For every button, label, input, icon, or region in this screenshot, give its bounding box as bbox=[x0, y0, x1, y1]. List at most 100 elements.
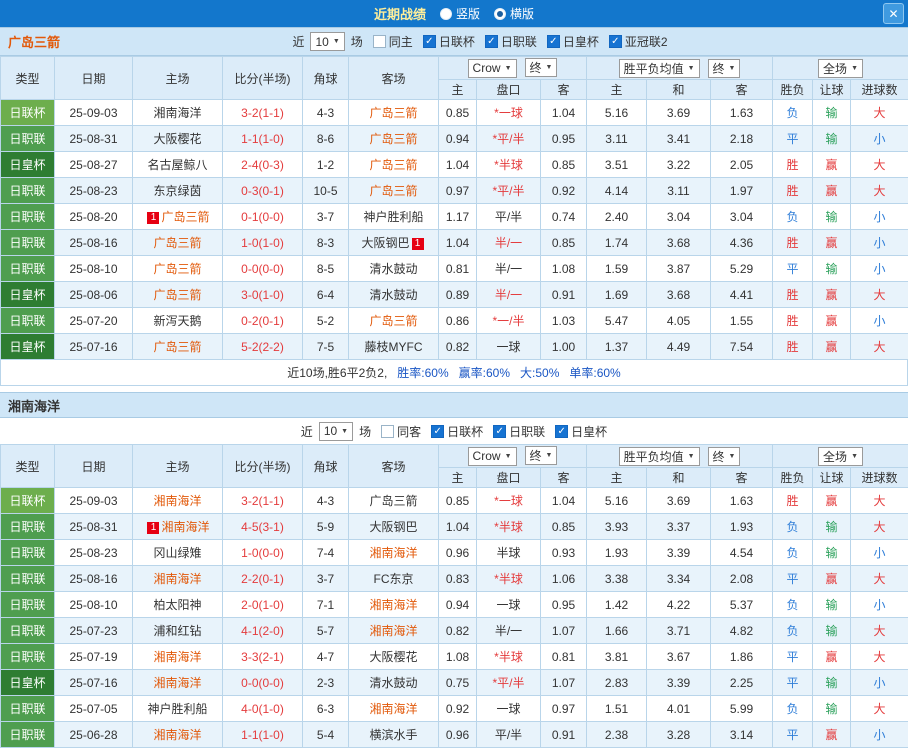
red-card-badge: 1 bbox=[147, 522, 160, 534]
header-select-全场[interactable]: 全场 ▼ bbox=[818, 446, 863, 466]
header-select-终[interactable]: 终 ▼ bbox=[707, 446, 741, 466]
asian-home-odds: 0.97 bbox=[438, 177, 477, 204]
caret-down-icon: ▼ bbox=[545, 64, 553, 72]
handicap: *一球 bbox=[476, 487, 541, 514]
euro-away-odds: 5.29 bbox=[709, 255, 774, 282]
close-button[interactable]: ✕ bbox=[883, 3, 904, 24]
euro-away-odds: 2.18 bbox=[709, 125, 774, 152]
asian-away-odds: 0.92 bbox=[540, 177, 587, 204]
match-date: 25-08-23 bbox=[54, 177, 133, 204]
match-date: 25-09-03 bbox=[54, 487, 133, 514]
summary-stat: 大:50% bbox=[520, 366, 560, 380]
team-name: 湘南海洋 bbox=[153, 650, 202, 664]
col-header: 客场 bbox=[348, 56, 439, 100]
table-row: 日职联 25-07-19 湘南海洋 3-3(2-1) 4-7 大阪樱花 1.08 *半球 0.8… bbox=[0, 643, 908, 670]
euro-away-odds: 1.63 bbox=[709, 99, 774, 126]
asian-away-odds: 0.91 bbox=[540, 721, 587, 748]
euro-home-odds: 1.42 bbox=[586, 591, 647, 618]
header-select-终[interactable]: 终 ▼ bbox=[524, 446, 558, 466]
match-date: 25-08-10 bbox=[54, 591, 133, 618]
match-count-select[interactable]: 10 ▼ bbox=[318, 421, 354, 441]
results-table: 类型 日期 主场 比分(半场) 角球 客场 Crow ▼ 终 ▼ 胜平负均值 ▼ 终 ▼ 全场 ▼ 主盘口客主和… bbox=[0, 444, 908, 748]
euro-home-odds: 3.38 bbox=[586, 565, 647, 592]
corner-count: 7-5 bbox=[302, 333, 349, 360]
header-select-终[interactable]: 终 ▼ bbox=[524, 58, 558, 78]
header-select-胜平负均值[interactable]: 胜平负均值 ▼ bbox=[618, 58, 700, 78]
team-name: 湘南海洋 bbox=[153, 572, 202, 586]
subcol-header: 客 bbox=[709, 467, 774, 488]
match-count-select[interactable]: 10 ▼ bbox=[310, 32, 345, 51]
select-value: Crow bbox=[472, 449, 501, 464]
euro-away-odds: 5.37 bbox=[709, 591, 774, 618]
corner-count: 7-1 bbox=[302, 591, 349, 618]
euro-away-odds: 2.25 bbox=[709, 669, 774, 696]
header-select-Crow[interactable]: Crow ▼ bbox=[467, 446, 517, 466]
filter-checkbox-日职联[interactable]: ✓ 日职联 bbox=[493, 423, 545, 440]
header-select-Crow[interactable]: Crow ▼ bbox=[467, 58, 517, 78]
filter-checkbox-同主[interactable]: 同主 bbox=[372, 33, 413, 50]
result-wdl: 负 bbox=[772, 591, 814, 618]
subcol-header: 客 bbox=[540, 467, 587, 488]
handicap: *半球 bbox=[476, 513, 541, 540]
euro-home-odds: 1.93 bbox=[586, 539, 647, 566]
result-wdl: 负 bbox=[772, 617, 814, 644]
result-handicap: 赢 bbox=[812, 229, 852, 256]
table-row: 日职联 25-08-31 大阪樱花 1-1(1-0) 8-6 广岛三箭 0.94 *平/半 0.… bbox=[0, 125, 908, 152]
home-team: 湘南海洋 bbox=[132, 643, 223, 670]
home-team: 广岛三箭 bbox=[132, 333, 223, 360]
result-wdl: 胜 bbox=[772, 229, 814, 256]
match-date: 25-08-27 bbox=[54, 151, 133, 178]
result-wdl: 平 bbox=[772, 721, 814, 748]
result-wdl: 平 bbox=[772, 669, 814, 696]
corner-count: 1-2 bbox=[302, 151, 349, 178]
col-header: 主场 bbox=[132, 444, 223, 488]
euro-draw-odds: 3.39 bbox=[646, 539, 711, 566]
asian-away-odds: 1.00 bbox=[540, 333, 587, 360]
euro-draw-odds: 3.41 bbox=[646, 125, 711, 152]
asian-home-odds: 0.82 bbox=[438, 617, 477, 644]
result-goals: 小 bbox=[850, 591, 908, 618]
euro-home-odds: 3.51 bbox=[586, 151, 647, 178]
league-badge: 日职联 bbox=[0, 721, 55, 748]
header-select-全场[interactable]: 全场 ▼ bbox=[818, 58, 863, 78]
table-row: 日皇杯 25-07-16 湘南海洋 0-0(0-0) 2-3 清水鼓动 0.75 *平/半 1.… bbox=[0, 669, 908, 696]
result-goals: 大 bbox=[850, 643, 908, 670]
header-select-终[interactable]: 终 ▼ bbox=[707, 58, 741, 78]
radio-竖版[interactable]: 竖版 bbox=[439, 5, 480, 22]
handicap: *半球 bbox=[476, 643, 541, 670]
asian-home-odds: 0.94 bbox=[438, 125, 477, 152]
euro-away-odds: 5.99 bbox=[709, 695, 774, 722]
header-select-胜平负均值[interactable]: 胜平负均值 ▼ bbox=[618, 446, 700, 466]
asian-home-odds: 1.04 bbox=[438, 513, 477, 540]
filter-checkbox-日皇杯[interactable]: ✓ 日皇杯 bbox=[546, 33, 599, 50]
filter-checkbox-同客[interactable]: 同客 bbox=[381, 423, 421, 440]
table-row: 日皇杯 25-08-06 广岛三箭 3-0(1-0) 6-4 清水鼓动 0.89 半/一 0.9… bbox=[0, 281, 908, 308]
filter-checkbox-日联杯[interactable]: ✓ 日联杯 bbox=[431, 423, 483, 440]
filter-checkbox-亚冠联2[interactable]: ✓ 亚冠联2 bbox=[608, 33, 668, 50]
radio-横版[interactable]: 横版 bbox=[494, 5, 534, 22]
score: 2-4(0-3) bbox=[222, 151, 303, 178]
table-row: 日联杯 25-09-03 湘南海洋 3-2(1-1) 4-3 广岛三箭 0.85 *一球 1.0… bbox=[0, 99, 908, 126]
team-name: 广岛三箭 bbox=[153, 288, 202, 302]
team-name: 大阪樱花 bbox=[153, 132, 202, 146]
euro-odds-group-header: 胜平负均值 ▼ 终 ▼ bbox=[585, 56, 774, 80]
match-date: 25-07-16 bbox=[54, 333, 133, 360]
result-wdl: 平 bbox=[772, 125, 814, 152]
table-row: 日职联 25-08-31 1 湘南海洋 4-5(3-1) 5-9 大阪钢巴 1.04 *半球 0.… bbox=[0, 513, 908, 540]
filter-checkbox-日皇杯[interactable]: ✓ 日皇杯 bbox=[555, 423, 607, 440]
score: 0-2(0-1) bbox=[222, 307, 303, 334]
euro-draw-odds: 3.28 bbox=[646, 721, 711, 748]
checkbox-icon: ✓ bbox=[608, 35, 622, 48]
handicap: *半球 bbox=[476, 565, 541, 592]
team-title: 湘南海洋 bbox=[8, 398, 61, 414]
away-team: 广岛三箭 bbox=[348, 487, 439, 514]
away-team: 湘南海洋 bbox=[348, 591, 439, 618]
filter-checkbox-日职联[interactable]: ✓ 日职联 bbox=[484, 33, 537, 50]
euro-home-odds: 3.81 bbox=[586, 643, 647, 670]
asian-away-odds: 1.04 bbox=[540, 487, 587, 514]
team-name: 湘南海洋 bbox=[369, 624, 418, 638]
asian-home-odds: 0.82 bbox=[438, 333, 477, 360]
asian-home-odds: 1.17 bbox=[438, 203, 477, 230]
filter-checkbox-日联杯[interactable]: ✓ 日联杯 bbox=[422, 33, 475, 50]
euro-home-odds: 3.93 bbox=[586, 513, 647, 540]
